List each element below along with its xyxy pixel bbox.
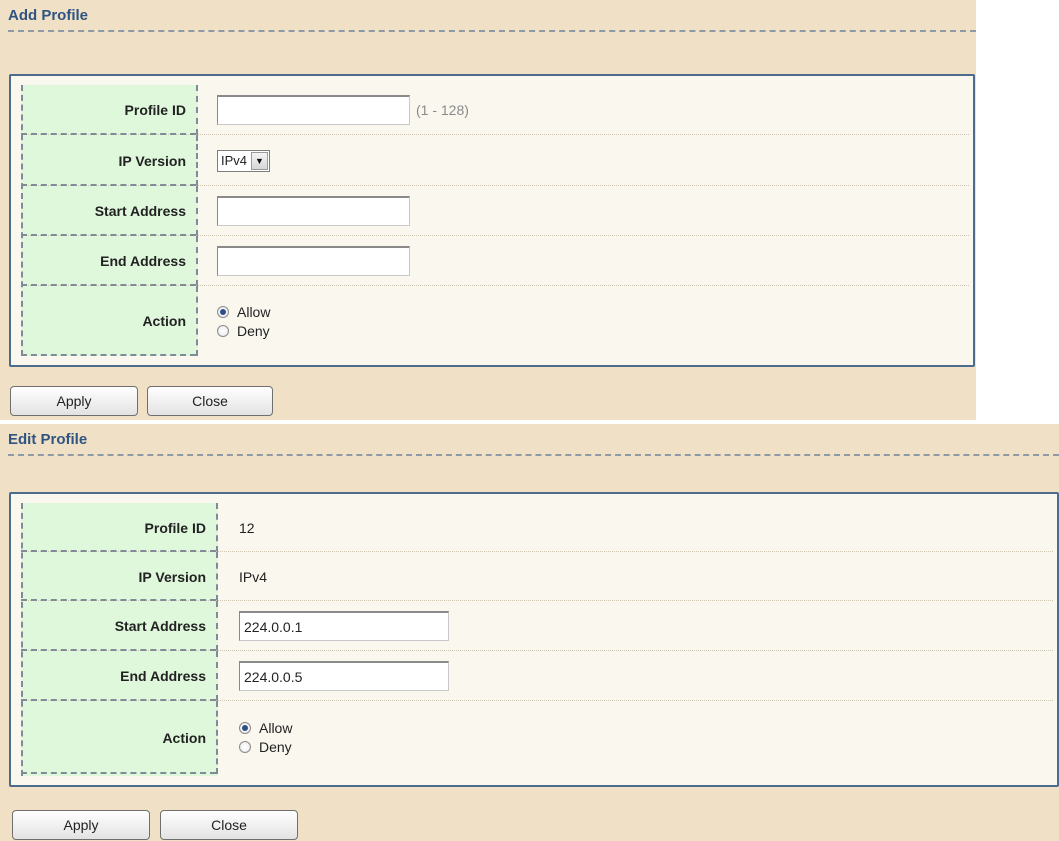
start-address-value-cell <box>217 186 410 236</box>
row-profile-id: Profile ID (1 - 128) <box>21 85 969 135</box>
end-address-value-cell <box>239 651 449 701</box>
row-ip-version: IP Version IPv4 ▼ <box>21 135 969 186</box>
action-value-cell: Allow Deny <box>239 701 292 774</box>
ip-version-value-cell: IPv4 ▼ <box>217 135 271 186</box>
row-profile-id: Profile ID 12 <box>21 503 1053 552</box>
allow-label: Allow <box>237 303 271 320</box>
action-option-allow[interactable]: Allow <box>217 304 270 320</box>
column-divider <box>196 236 198 286</box>
close-button[interactable]: Close <box>147 386 273 416</box>
column-divider <box>216 601 218 651</box>
profile-id-label: Profile ID <box>124 102 186 118</box>
column-divider <box>196 286 198 356</box>
column-divider <box>196 135 198 186</box>
column-divider <box>216 552 218 601</box>
radio-unchecked-icon[interactable] <box>217 324 229 337</box>
row-action: Action Allow Deny <box>21 701 1053 774</box>
profile-id-value: 12 <box>239 519 255 536</box>
start-address-label: Start Address <box>94 203 186 219</box>
action-label: Action <box>142 313 186 329</box>
edit-profile-panel: Edit Profile Profile ID 12 IP Version IP… <box>0 424 1059 841</box>
radio-checked-icon[interactable] <box>217 305 229 318</box>
action-option-deny[interactable]: Deny <box>217 323 270 339</box>
add-profile-panel: Add Profile Profile ID (1 - 128) IP Vers… <box>0 0 976 420</box>
column-divider <box>216 701 218 774</box>
row-start-address: Start Address <box>21 186 969 236</box>
apply-button[interactable]: Apply <box>12 810 150 840</box>
allow-label: Allow <box>259 720 293 736</box>
action-label: Action <box>162 729 206 746</box>
chevron-down-icon[interactable]: ▼ <box>251 151 269 170</box>
action-radio-group: Allow Deny <box>239 720 292 755</box>
radio-checked-icon[interactable] <box>239 722 251 734</box>
ip-version-label: IP Version <box>138 568 206 585</box>
apply-button[interactable]: Apply <box>10 386 138 416</box>
row-ip-version: IP Version IPv4 <box>21 552 1053 601</box>
action-radio-group: Allow Deny <box>217 304 270 339</box>
end-address-label: End Address <box>100 253 186 269</box>
radio-unchecked-icon[interactable] <box>239 741 251 753</box>
end-address-input[interactable] <box>217 246 410 276</box>
column-divider <box>196 186 198 236</box>
ip-version-label: IP Version <box>118 152 186 169</box>
ip-version-selected: IPv4 <box>221 153 248 168</box>
column-divider <box>216 651 218 701</box>
action-option-deny[interactable]: Deny <box>239 739 292 755</box>
deny-label: Deny <box>259 739 292 755</box>
row-end-address: End Address <box>21 236 969 286</box>
row-action: Action Allow Deny <box>21 286 969 356</box>
profile-id-label: Profile ID <box>144 519 206 536</box>
column-divider <box>216 503 218 552</box>
start-address-value-cell <box>239 601 449 651</box>
end-address-label: End Address <box>120 668 206 684</box>
start-address-input[interactable] <box>239 611 449 641</box>
title-divider <box>8 454 1059 456</box>
row-divider <box>21 772 216 774</box>
action-value-cell: Allow Deny <box>217 286 270 356</box>
profile-id-range-hint: (1 - 128) <box>416 102 469 118</box>
deny-label: Deny <box>237 322 270 339</box>
end-address-value-cell <box>217 236 410 286</box>
close-button[interactable]: Close <box>160 810 298 840</box>
column-divider <box>196 85 198 135</box>
ip-version-select[interactable]: IPv4 ▼ <box>217 149 271 172</box>
profile-id-value-cell: (1 - 128) <box>217 85 469 135</box>
title-divider <box>8 30 976 32</box>
add-profile-title: Add Profile <box>8 7 89 24</box>
action-option-allow[interactable]: Allow <box>239 720 292 736</box>
start-address-label: Start Address <box>114 618 206 634</box>
ip-version-value: IPv4 <box>239 568 268 585</box>
end-address-input[interactable] <box>239 661 449 691</box>
profile-id-input[interactable] <box>217 95 410 125</box>
row-end-address: End Address <box>21 651 1053 701</box>
edit-profile-title: Edit Profile <box>8 431 88 448</box>
start-address-input[interactable] <box>217 196 410 226</box>
add-profile-form: Profile ID (1 - 128) IP Version IPv4 ▼ S… <box>9 74 975 367</box>
edit-profile-form: Profile ID 12 IP Version IPv4 Start Addr… <box>9 492 1059 787</box>
row-divider <box>21 354 196 356</box>
row-start-address: Start Address <box>21 601 1053 651</box>
